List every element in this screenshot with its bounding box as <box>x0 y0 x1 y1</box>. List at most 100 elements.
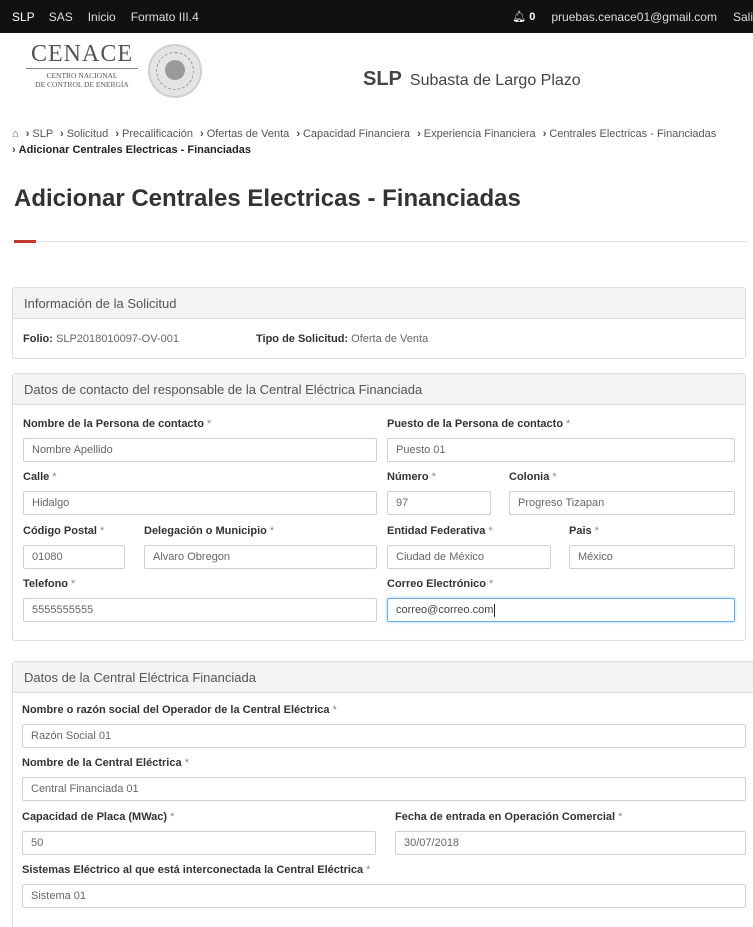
required-mark: * <box>269 525 275 537</box>
central-panel: Datos de la Central Eléctrica Financiada… <box>12 661 753 927</box>
breadcrumb-item-solicitud[interactable]: Solicitud <box>67 128 109 140</box>
pais-input[interactable]: México <box>569 545 735 569</box>
sistema-input[interactable]: Sistema 01 <box>22 884 746 908</box>
required-mark: * <box>99 525 105 537</box>
telefono-label-text: Telefono <box>23 578 69 590</box>
contact-panel-title: Datos de contacto del responsable de la … <box>13 374 745 405</box>
breadcrumb-separator: › <box>115 128 120 140</box>
info-panel-title: Información de la Solicitud <box>13 288 745 319</box>
pais-label: Pais * <box>569 525 735 539</box>
logo-sub-line-2: DE CONTROL DE ENERGÍA <box>35 80 129 89</box>
central-nombre-field: Nombre de la Central Eléctrica * Central … <box>22 757 746 801</box>
required-mark: * <box>184 757 189 769</box>
required-mark: * <box>618 811 623 823</box>
breadcrumb-separator: › <box>417 128 421 140</box>
numero-input[interactable]: 97 <box>387 491 491 515</box>
notification-count[interactable]: 0 <box>529 11 535 23</box>
codigo-postal-label-text: Código Postal <box>23 525 97 537</box>
correo-label-text: Correo Electrónico <box>387 578 487 590</box>
nav-link-inicio[interactable]: Inicio <box>88 10 116 24</box>
breadcrumb-item-capacidad[interactable]: Capacidad Financiera <box>303 128 410 140</box>
operador-input[interactable]: Razón Social 01 <box>22 724 746 748</box>
breadcrumb-item-precalificacion[interactable]: Precalificación <box>122 128 193 140</box>
title-accent-bar <box>14 240 36 243</box>
breadcrumb-item-centrales[interactable]: Centrales Electricas - Financiadas <box>549 128 716 140</box>
tipo-value: Oferta de Venta <box>351 333 429 345</box>
operador-field: Nombre o razón social del Operador de la… <box>22 704 746 748</box>
capacidad-input[interactable]: 50 <box>22 831 376 855</box>
folio-line: Folio: SLP2018010097-OV-001 <box>23 333 179 345</box>
puesto-contacto-label-text: Puesto de la Persona de contacto <box>387 418 564 430</box>
correo-input[interactable]: correo@correo.com <box>387 598 735 622</box>
numero-label: Número * <box>387 471 491 485</box>
folio-value: SLP2018010097-OV-001 <box>56 333 179 345</box>
colonia-input[interactable]: Progreso Tizapan <box>509 491 735 515</box>
user-email-link[interactable]: pruebas.cenace01@gmail.com <box>551 10 717 24</box>
breadcrumb-item-ofertas[interactable]: Ofertas de Venta <box>207 128 290 140</box>
breadcrumb-separator: › <box>12 144 16 156</box>
nav-link-sas[interactable]: SAS <box>49 10 73 24</box>
entidad-label: Entidad Federativa * <box>387 525 551 539</box>
calle-label: Calle * <box>23 471 377 485</box>
colonia-field: Colonia * Progreso Tizapan <box>509 471 735 515</box>
nombre-contacto-input[interactable]: Nombre Apellido <box>23 438 377 462</box>
telefono-input[interactable]: 5555555555 <box>23 598 377 622</box>
home-icon[interactable]: ⌂ <box>12 128 19 140</box>
puesto-contacto-input[interactable]: Puesto 01 <box>387 438 735 462</box>
telefono-field: Telefono * 5555555555 <box>23 578 377 622</box>
nav-link-formato[interactable]: Formato III.4 <box>131 10 199 24</box>
required-mark: * <box>431 471 436 483</box>
central-nombre-label-text: Nombre de la Central Eléctrica <box>22 757 182 769</box>
system-title: SLP Subasta de Largo Plazo <box>363 68 581 91</box>
central-nombre-input[interactable]: Central Financiada 01 <box>22 777 746 801</box>
telefono-label: Telefono * <box>23 578 377 592</box>
central-panel-title: Datos de la Central Eléctrica Financiada <box>13 662 753 693</box>
tipo-label: Tipo de Solicitud: <box>256 333 349 345</box>
breadcrumb-item-experiencia[interactable]: Experiencia Financiera <box>424 128 536 140</box>
top-navbar: SLP SAS Inicio Formato III.4 🔔︎ 0 prueba… <box>0 0 753 33</box>
user-area: 🔔︎ 0 pruebas.cenace01@gmail.com Sali <box>512 0 753 33</box>
required-mark: * <box>489 578 494 590</box>
fecha-input[interactable]: 30/07/2018 <box>395 831 746 855</box>
breadcrumb-separator: › <box>25 128 30 140</box>
numero-label-text: Número <box>387 471 429 483</box>
calle-input[interactable]: Hidalgo <box>23 491 377 515</box>
delegacion-input[interactable]: Alvaro Obregon <box>144 545 377 569</box>
nombre-contacto-label: Nombre de la Persona de contacto * <box>23 418 377 432</box>
required-mark: * <box>170 811 175 823</box>
national-seal-icon <box>148 44 202 98</box>
bell-icon[interactable]: 🔔︎ <box>512 10 526 23</box>
breadcrumb-separator: › <box>296 128 300 140</box>
sistema-field: Sistemas Eléctrico al que está intercone… <box>22 864 746 908</box>
codigo-postal-label: Código Postal * <box>23 525 125 539</box>
pais-label-text: Pais <box>569 525 592 537</box>
codigo-postal-input[interactable]: 01080 <box>23 545 125 569</box>
info-panel: Información de la Solicitud Folio: SLP20… <box>12 287 746 359</box>
central-nombre-label: Nombre de la Central Eléctrica * <box>22 757 746 771</box>
delegacion-label: Delegación o Municipio * <box>144 525 377 539</box>
entidad-input[interactable]: Ciudad de México <box>387 545 551 569</box>
correo-input-value: correo@correo.com <box>396 604 494 616</box>
codigo-postal-field: Código Postal * 01080 <box>23 525 125 569</box>
required-mark: * <box>366 864 371 876</box>
capacidad-label: Capacidad de Placa (MWac) * <box>22 811 376 825</box>
puesto-contacto-label: Puesto de la Persona de contacto * <box>387 418 735 432</box>
breadcrumb-separator: › <box>542 128 547 140</box>
breadcrumb: ⌂ › SLP › Solicitud › Precalificación › Ofer… <box>12 126 752 158</box>
logout-link[interactable]: Sali <box>733 10 753 24</box>
cenace-logo: CENACE CENTRO NACIONAL DE CONTROL DE ENE… <box>22 40 142 89</box>
entidad-field: Entidad Federativa * Ciudad de México <box>387 525 551 569</box>
required-mark: * <box>566 418 571 430</box>
breadcrumb-current: Adicionar Centrales Electricas - Financi… <box>18 144 251 156</box>
pais-field: Pais * México <box>569 525 735 569</box>
system-code: SLP <box>363 68 402 90</box>
correo-label: Correo Electrónico * <box>387 578 735 592</box>
breadcrumb-item-slp[interactable]: SLP <box>32 128 53 140</box>
nombre-contacto-field: Nombre de la Persona de contacto * Nombre… <box>23 418 377 462</box>
nav-brand-link[interactable]: SLP <box>12 10 35 24</box>
required-mark: * <box>52 471 57 483</box>
logo-main-text: CENACE <box>31 41 133 67</box>
required-mark: * <box>594 525 599 537</box>
fecha-field: Fecha de entrada en Operación Comercial *… <box>395 811 746 855</box>
tipo-line: Tipo de Solicitud: Oferta de Venta <box>256 333 428 345</box>
